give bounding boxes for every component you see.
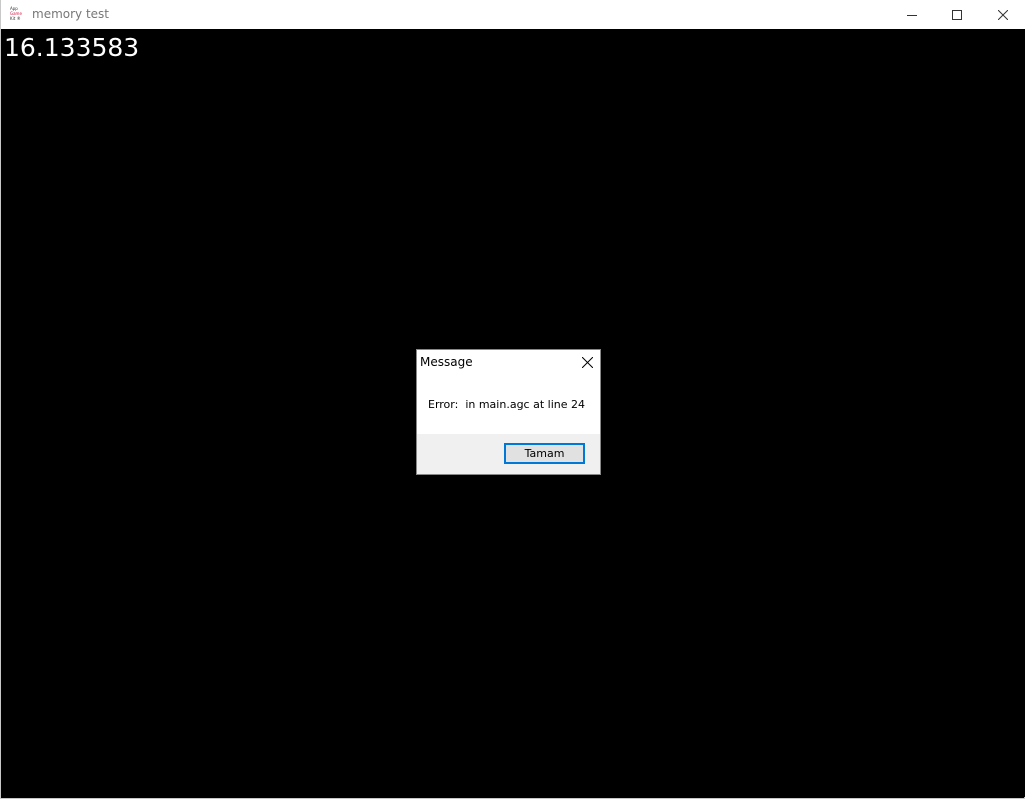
dialog-message: Error: in main.agc at line 24 xyxy=(428,398,585,411)
message-dialog: Message Error: in main.agc at line 24 Ta… xyxy=(416,349,601,475)
maximize-button[interactable] xyxy=(934,0,980,29)
title-bar[interactable]: App Game Kit ® memory test xyxy=(1,0,1025,29)
close-icon xyxy=(581,356,593,368)
minimize-button[interactable] xyxy=(889,0,935,29)
dialog-footer: Tamam xyxy=(417,434,600,474)
dialog-title: Message xyxy=(420,355,473,369)
memory-readout: 16.133583 xyxy=(4,33,140,62)
minimize-icon xyxy=(907,14,917,16)
icon-line-3: Kit ® xyxy=(10,16,21,21)
ok-button[interactable]: Tamam xyxy=(504,443,585,464)
maximize-icon xyxy=(952,9,962,20)
app-window: App Game Kit ® memory test 16.133583 Mes… xyxy=(0,0,1025,799)
agk-app-icon: App Game Kit ® xyxy=(10,6,26,22)
window-title: memory test xyxy=(32,7,109,21)
dialog-close-button[interactable] xyxy=(580,355,594,369)
close-button[interactable] xyxy=(980,0,1025,29)
close-icon xyxy=(998,9,1008,20)
